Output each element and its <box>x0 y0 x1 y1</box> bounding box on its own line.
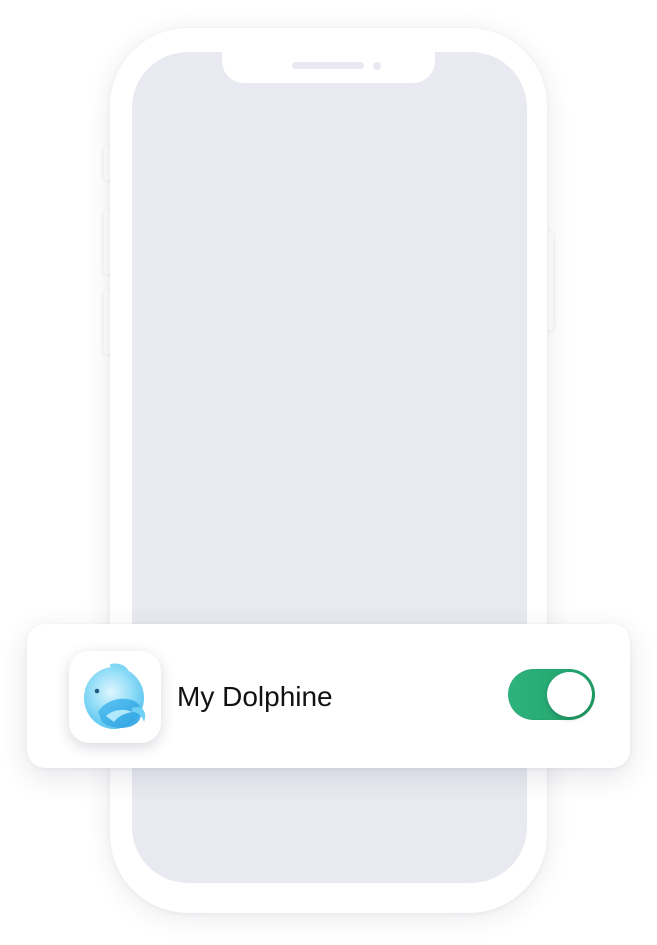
stage: My Dolphine <box>0 0 657 945</box>
app-toggle-switch[interactable] <box>508 669 595 720</box>
app-toggle-card: My Dolphine <box>27 624 630 768</box>
dolphin-icon <box>84 663 146 729</box>
toggle-knob[interactable] <box>547 672 592 717</box>
app-name-label: My Dolphine <box>177 681 333 712</box>
speaker-grille <box>292 62 364 69</box>
app-icon[interactable] <box>69 651 161 743</box>
front-camera <box>373 62 381 70</box>
